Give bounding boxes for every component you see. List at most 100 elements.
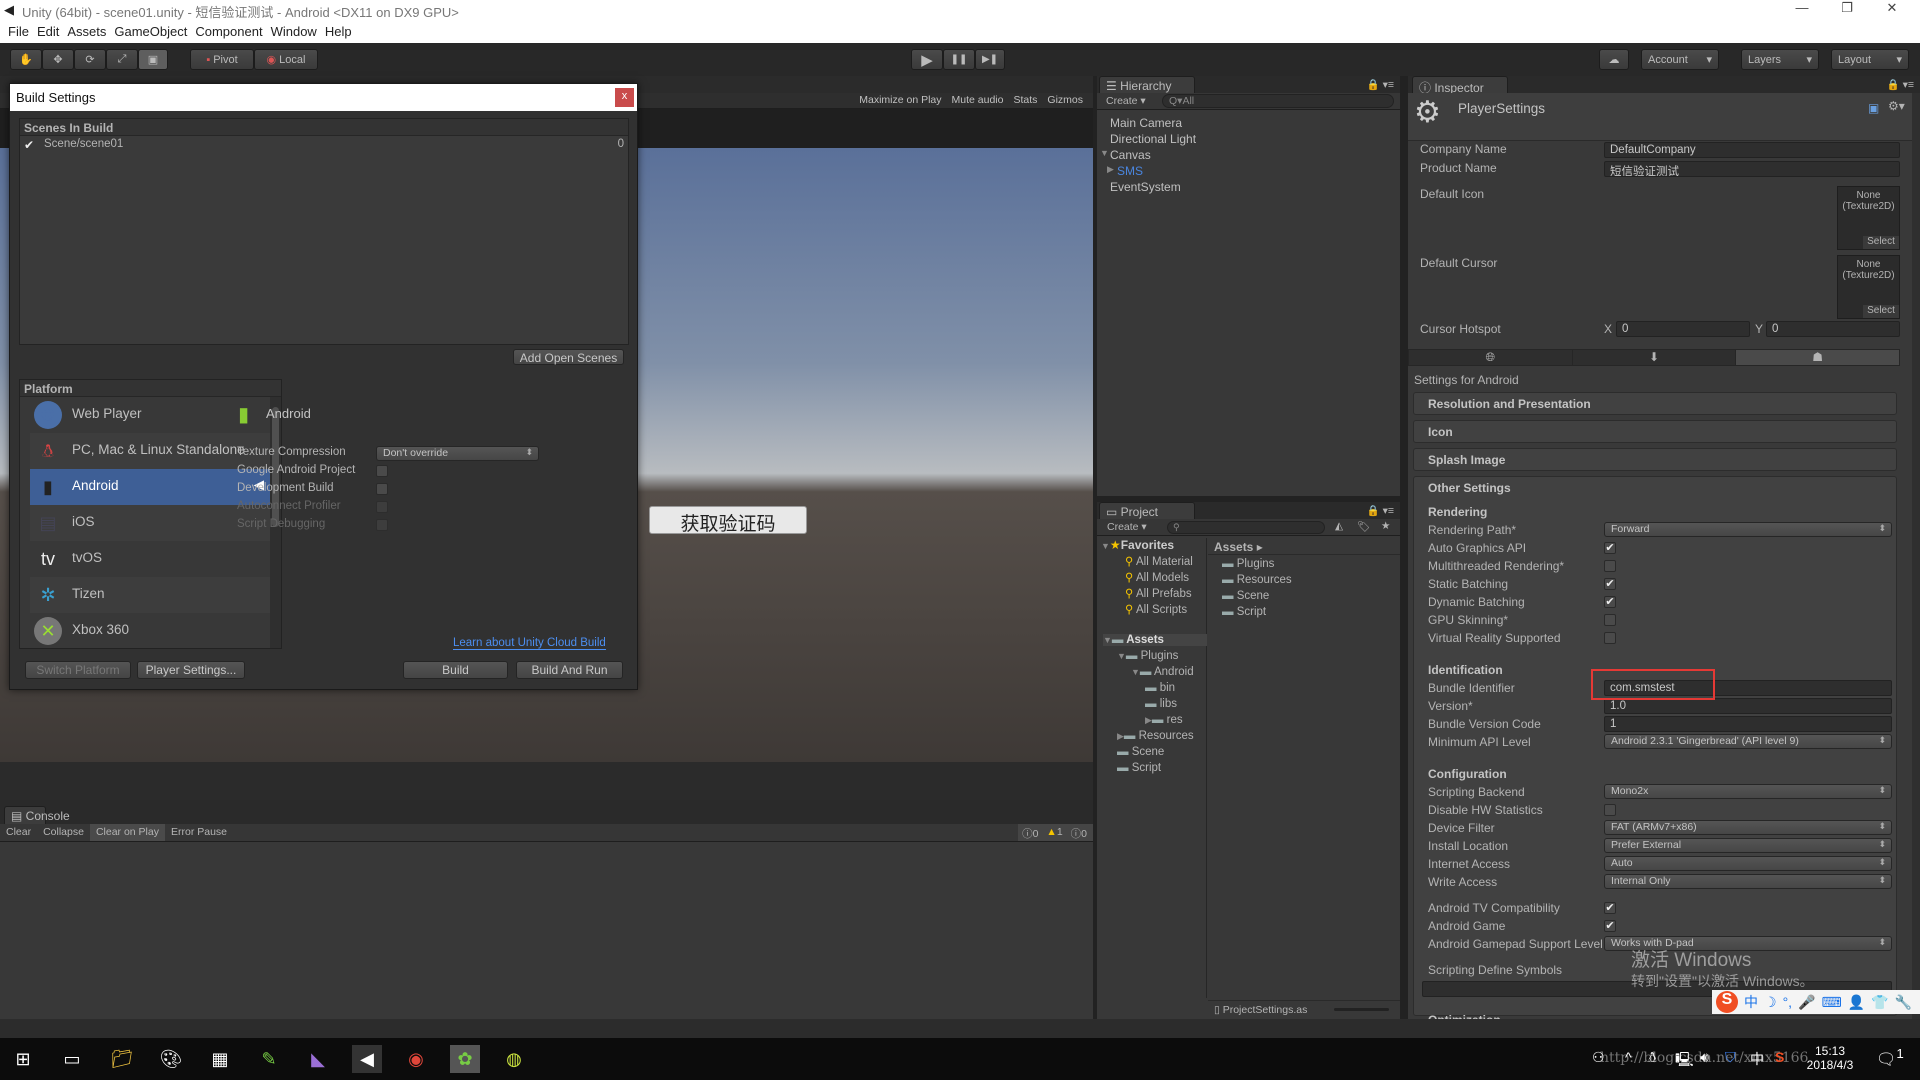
settings-gear-icon[interactable]: ⚙▾: [1888, 99, 1905, 113]
scripting-backend-dropdown[interactable]: Mono2x: [1604, 784, 1892, 799]
default-cursor-slot[interactable]: None (Texture2D) Select: [1837, 255, 1900, 319]
menu-component[interactable]: Component: [195, 22, 270, 43]
platform-item-ios[interactable]: ▤ iOS: [30, 505, 270, 541]
file-explorer-icon[interactable]: 📁︎: [107, 1045, 137, 1073]
scene-checkbox[interactable]: ✔: [24, 138, 34, 152]
multithreaded-rendering-checkbox[interactable]: [1604, 560, 1616, 572]
ime-button[interactable]: 👕: [1871, 994, 1888, 1011]
platform-tab-standalone[interactable]: 🌐︎: [1409, 350, 1573, 365]
pause-button[interactable]: ❚❚: [943, 49, 975, 70]
static-batching-checkbox[interactable]: ✔: [1604, 578, 1616, 590]
menu-edit[interactable]: Edit: [37, 22, 67, 43]
virtual-reality-supported-checkbox[interactable]: [1604, 632, 1616, 644]
panel-menu-icon[interactable]: 🔒 ▾≡: [1887, 78, 1914, 91]
close-window-button[interactable]: ✕: [1870, 0, 1914, 16]
layout-dropdown[interactable]: Layout ▾: [1831, 49, 1909, 70]
scale-tool-button[interactable]: ⤢: [106, 49, 138, 70]
game-icon[interactable]: ✿: [450, 1045, 480, 1073]
folder-tree-item[interactable]: ▶▬ Resources: [1117, 730, 1194, 742]
input-language-indicator[interactable]: 中: [1750, 1049, 1764, 1069]
folder-tree-item[interactable]: ▼▬ Assets: [1103, 634, 1207, 646]
task-view-icon[interactable]: ▭: [57, 1045, 87, 1073]
default-icon-slot[interactable]: None (Texture2D) Select: [1837, 186, 1900, 250]
switch-platform-button[interactable]: Switch Platform: [25, 661, 131, 679]
chevron-up-icon[interactable]: ^: [1625, 1049, 1632, 1065]
help-book-icon[interactable]: ▣: [1868, 101, 1879, 115]
favorite-item[interactable]: ⚲ All Models: [1125, 570, 1189, 584]
build-button[interactable]: Build: [403, 661, 508, 679]
select-texture-button[interactable]: Select: [1863, 236, 1899, 249]
menu-window[interactable]: Window: [271, 22, 325, 43]
foldout-splash-image[interactable]: Splash Image: [1413, 448, 1897, 471]
android-sdk-icon[interactable]: ◍: [499, 1045, 529, 1073]
layers-dropdown[interactable]: Layers ▾: [1741, 49, 1819, 70]
ime-button[interactable]: ☽: [1764, 994, 1777, 1011]
select-texture-button[interactable]: Select: [1863, 305, 1899, 318]
hotspot-y-input[interactable]: 0: [1766, 321, 1900, 337]
menu-file[interactable]: File: [8, 22, 37, 43]
sogou-icon[interactable]: S: [1775, 1049, 1784, 1065]
notepad-icon[interactable]: ✎: [254, 1045, 284, 1073]
volume-icon[interactable]: 🔊︎: [1700, 1049, 1709, 1066]
maximize-on-play-toggle[interactable]: Maximize on Play: [859, 94, 941, 106]
info-count-toggle[interactable]: ⓘ0: [1018, 824, 1043, 841]
rendering-path-dropdown[interactable]: Forward: [1604, 522, 1892, 537]
project-search-input[interactable]: ⚲: [1167, 521, 1325, 534]
clear-on-play-toggle[interactable]: Clear on Play: [89, 824, 165, 841]
folder-tree-item[interactable]: ▬ Scene: [1117, 746, 1164, 758]
menu-gameobject[interactable]: GameObject: [114, 22, 195, 43]
chrome-icon[interactable]: ◉: [401, 1045, 431, 1073]
notification-center-icon[interactable]: 🗨︎1: [1876, 1046, 1904, 1069]
local-toggle[interactable]: ◉ Local: [254, 49, 318, 70]
platform-item-tizen[interactable]: ✲ Tizen: [30, 577, 270, 613]
error-count-toggle[interactable]: ⓘ0: [1066, 824, 1093, 841]
collapse-arrow-icon[interactable]: ▶: [1145, 715, 1152, 725]
disable-hw-statistics-checkbox[interactable]: [1604, 804, 1616, 816]
hierarchy-item[interactable]: Main Camera: [1110, 116, 1182, 130]
minimize-button[interactable]: —: [1780, 0, 1824, 15]
company-name-input[interactable]: DefaultCompany: [1604, 142, 1900, 158]
folder-tree-item[interactable]: ▬ bin: [1145, 682, 1175, 694]
windows-start-icon[interactable]: ⊞: [8, 1045, 38, 1073]
expand-arrow-icon[interactable]: ▼: [1103, 635, 1112, 645]
player-settings-button[interactable]: Player Settings...: [137, 661, 245, 679]
internet-access-dropdown[interactable]: Auto: [1604, 856, 1892, 871]
filter-by-label-icon[interactable]: 🏷: [1357, 520, 1370, 533]
expand-arrow-icon[interactable]: ▼: [1131, 667, 1140, 677]
panel-menu-icon[interactable]: 🔒 ▾≡: [1367, 504, 1394, 517]
sogou-logo-icon[interactable]: S: [1716, 991, 1738, 1013]
google-android-project-checkbox[interactable]: [376, 465, 388, 477]
collapse-button[interactable]: Collapse: [37, 824, 90, 841]
folder-tree-item[interactable]: ▬ Script: [1117, 762, 1161, 774]
hierarchy-item[interactable]: ▶ SMS: [1107, 164, 1143, 178]
platform-tab-android[interactable]: ☗: [1736, 350, 1900, 365]
step-button[interactable]: ▶❚: [975, 49, 1005, 70]
asset-item[interactable]: ▬ Script: [1222, 606, 1266, 618]
foldout-icon[interactable]: Icon: [1413, 420, 1897, 443]
unity-cloud-build-link[interactable]: Learn about Unity Cloud Build: [453, 637, 606, 650]
platform-item-android[interactable]: ▮ Android ◀: [30, 469, 270, 505]
paint-icon[interactable]: 🎨︎: [156, 1045, 186, 1073]
auto-graphics-api-checkbox[interactable]: ✔: [1604, 542, 1616, 554]
rotate-tool-button[interactable]: ⟳: [74, 49, 106, 70]
build-and-run-button[interactable]: Build And Run: [516, 661, 623, 679]
tab-hierarchy[interactable]: ☰ Hierarchy: [1099, 76, 1195, 94]
minimum-api-level-dropdown[interactable]: Android 2.3.1 'Gingerbread' (API level 9…: [1604, 734, 1892, 749]
clear-button[interactable]: Clear: [0, 824, 37, 841]
play-button[interactable]: ▶: [911, 49, 943, 70]
asset-item[interactable]: ▬ Scene: [1222, 590, 1269, 602]
expand-arrow-icon[interactable]: ▼: [1117, 651, 1126, 661]
close-dialog-button[interactable]: x: [615, 88, 634, 107]
folder-tree-item[interactable]: ▶▬ res: [1145, 714, 1183, 726]
platform-item-web-player[interactable]: 🌐︎ Web Player: [30, 397, 270, 433]
pivot-toggle[interactable]: ▪ Pivot: [190, 49, 254, 70]
calculator-icon[interactable]: ▦: [205, 1045, 235, 1073]
hierarchy-create-button[interactable]: Create ▾: [1106, 95, 1146, 107]
write-access-dropdown[interactable]: Internal Only: [1604, 874, 1892, 889]
bundle-version-code-input[interactable]: 1: [1604, 716, 1892, 732]
mute-audio-toggle[interactable]: Mute audio: [952, 94, 1004, 106]
favorite-item[interactable]: ⚲ All Material: [1125, 554, 1193, 568]
rect-tool-button[interactable]: ▣: [138, 49, 168, 70]
expand-arrow-icon[interactable]: ▼: [1101, 541, 1110, 551]
foldout-resolution[interactable]: Resolution and Presentation: [1413, 392, 1897, 415]
